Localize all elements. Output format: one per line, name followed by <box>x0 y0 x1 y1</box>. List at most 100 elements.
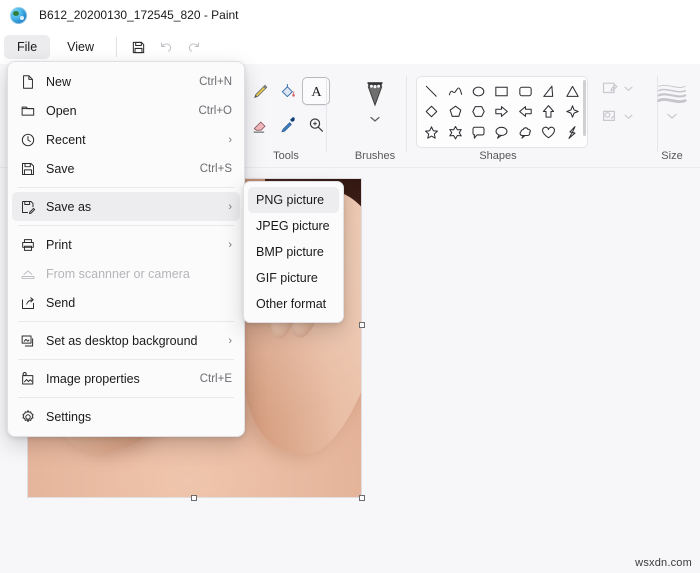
shape-six-point-star[interactable] <box>445 123 465 143</box>
shape-left-arrow[interactable] <box>515 102 535 122</box>
ribbon-group-shapes: Shapes <box>410 64 658 168</box>
shapes-scrollbar[interactable] <box>583 80 586 136</box>
chevron-down-icon <box>624 86 633 91</box>
shape-heart[interactable] <box>539 123 559 143</box>
menu-item-recent[interactable]: Recent › <box>12 125 240 154</box>
submenu-item-other-format[interactable]: Other format <box>248 291 339 317</box>
eyedropper-icon[interactable] <box>274 111 302 139</box>
svg-text:A: A <box>311 84 322 100</box>
resize-handle-right[interactable] <box>359 322 365 328</box>
menu-item-settings[interactable]: Settings <box>12 402 240 431</box>
menu-item-print[interactable]: Print › <box>12 230 240 259</box>
shape-up-arrow[interactable] <box>539 102 559 122</box>
save-disk-icon <box>20 161 42 177</box>
submenu-item-gif-picture[interactable]: GIF picture <box>248 265 339 291</box>
menu-separator <box>18 359 234 360</box>
size-button[interactable] <box>655 80 689 120</box>
shape-pentagon[interactable] <box>445 102 465 122</box>
chevron-down-icon <box>370 116 380 122</box>
menu-item-save[interactable]: Save Ctrl+S <box>12 154 240 183</box>
tab-view[interactable]: View <box>54 35 107 59</box>
outline-icon <box>602 82 618 94</box>
shape-line[interactable] <box>422 81 442 101</box>
shape-cloud-callout[interactable] <box>515 123 535 143</box>
shape-diamond[interactable] <box>422 102 442 122</box>
menu-label: Open <box>46 103 77 118</box>
shape-triangle[interactable] <box>562 81 582 101</box>
shape-curve[interactable] <box>445 81 465 101</box>
title-bar: B612_20200130_172545_820 - Paint <box>0 0 700 30</box>
shape-right-triangle[interactable] <box>539 81 559 101</box>
menu-label: Settings <box>46 409 92 424</box>
tab-file[interactable]: File <box>4 35 51 59</box>
shape-rounded-rectangle[interactable] <box>515 81 535 101</box>
menu-separator <box>18 187 234 188</box>
paint-palette-icon <box>10 6 27 24</box>
menu-label: Set as desktop background <box>46 333 198 348</box>
shape-hexagon[interactable] <box>469 102 489 122</box>
menu-label: Send <box>46 295 76 310</box>
menu-item-new[interactable]: New Ctrl+N <box>12 67 240 96</box>
gear-icon <box>20 409 42 425</box>
shape-rounded-callout[interactable] <box>469 123 489 143</box>
menu-item-set-as-desktop-background[interactable]: Set as desktop background › <box>12 326 240 355</box>
menu-separator <box>18 397 234 398</box>
menu-item-send[interactable]: Send <box>12 288 240 317</box>
brushes-button[interactable] <box>355 78 395 132</box>
menu-accelerator: Ctrl+O <box>198 104 232 117</box>
line-width-icon <box>657 84 687 104</box>
shape-rectangle[interactable] <box>492 81 512 101</box>
shapes-gallery[interactable] <box>416 76 588 148</box>
menu-label: Print <box>46 237 72 252</box>
paint-window: B612_20200130_172545_820 - Paint File Vi… <box>0 0 700 573</box>
chevron-right-icon: › <box>228 238 232 251</box>
group-divider <box>406 76 407 152</box>
image-properties-icon <box>20 371 42 387</box>
ribbon-group-size: Size <box>644 64 700 168</box>
scanner-icon <box>20 266 42 282</box>
send-share-icon <box>20 295 42 311</box>
undo-button[interactable] <box>152 34 180 60</box>
submenu-item-bmp-picture[interactable]: BMP picture <box>248 239 339 265</box>
eraser-icon[interactable] <box>246 111 274 139</box>
menu-item-from-scanner-or-camera[interactable]: From scannner or camera <box>12 259 240 288</box>
menu-accelerator: Ctrl+N <box>199 75 232 88</box>
menu-accelerator: Ctrl+S <box>199 162 232 175</box>
shape-lightning[interactable] <box>562 123 582 143</box>
chevron-right-icon: › <box>228 200 232 213</box>
outline-dropdown[interactable] <box>600 78 634 98</box>
chevron-down-icon <box>624 114 633 119</box>
menu-label: Recent <box>46 132 86 147</box>
ribbon-group-label-shapes: Shapes <box>479 150 517 162</box>
ribbon-group-label-tools: Tools <box>273 150 299 162</box>
menu-label: New <box>46 74 72 89</box>
shape-oval-callout[interactable] <box>492 123 512 143</box>
redo-button[interactable] <box>180 34 208 60</box>
toolbar-divider <box>116 37 118 57</box>
shape-right-arrow[interactable] <box>492 102 512 122</box>
menu-accelerator: Ctrl+E <box>199 372 232 385</box>
shape-four-point-star[interactable] <box>562 102 582 122</box>
save-as-submenu: PNG picture JPEG picture BMP picture GIF… <box>243 181 344 323</box>
submenu-item-jpeg-picture[interactable]: JPEG picture <box>248 213 339 239</box>
ribbon-group-tools: A Tools <box>246 64 330 168</box>
shape-oval[interactable] <box>469 81 489 101</box>
resize-handle-corner[interactable] <box>359 495 365 501</box>
fill-dropdown[interactable] <box>600 106 634 126</box>
pencil-icon[interactable] <box>246 77 274 105</box>
submenu-item-png-picture[interactable]: PNG picture <box>248 187 339 213</box>
save-button[interactable] <box>124 34 152 60</box>
save-as-icon <box>20 199 42 215</box>
printer-icon <box>20 237 42 253</box>
new-file-icon <box>20 74 42 90</box>
menu-item-save-as[interactable]: Save as › <box>12 192 240 221</box>
shape-five-point-star[interactable] <box>422 123 442 143</box>
menu-item-image-properties[interactable]: Image properties Ctrl+E <box>12 364 240 393</box>
resize-handle-bottom[interactable] <box>191 495 197 501</box>
window-title: B612_20200130_172545_820 - Paint <box>39 8 239 22</box>
menu-separator <box>18 321 234 322</box>
menu-label: From scannner or camera <box>46 266 190 281</box>
fill-bucket-icon[interactable] <box>274 77 302 105</box>
menu-item-open[interactable]: Open Ctrl+O <box>12 96 240 125</box>
brush-icon <box>367 82 383 107</box>
